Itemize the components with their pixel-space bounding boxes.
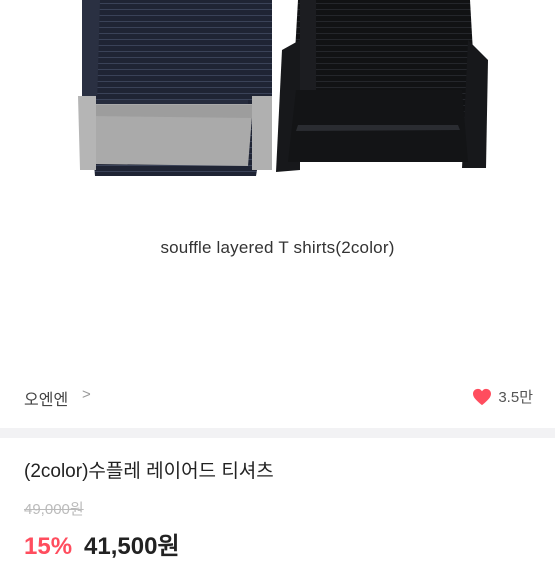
seller-row[interactable]: 오엔엔 > 3.5만: [0, 372, 555, 422]
price-row: 15% 41,500원: [24, 526, 180, 561]
heart-icon[interactable]: [472, 388, 492, 406]
like-button[interactable]: 3.5만: [472, 386, 533, 407]
original-price: 49,000원: [24, 501, 84, 518]
black-shirt: [276, 0, 488, 172]
section-divider: [0, 428, 555, 438]
product-title: (2color)수플레 레이어드 티셔츠: [24, 461, 274, 482]
sale-price: 41,500원: [84, 533, 180, 560]
product-photo: [78, 0, 488, 176]
product-image[interactable]: souffle layered T shirts(2color): [0, 0, 555, 350]
chevron-right-icon[interactable]: >: [82, 386, 91, 403]
navy-grey-shirt: [78, 0, 272, 176]
seller-name[interactable]: 오엔엔: [24, 386, 68, 410]
image-caption: souffle layered T shirts(2color): [160, 238, 395, 257]
discount-rate: 15%: [24, 533, 73, 560]
like-count: 3.5만: [498, 389, 533, 406]
